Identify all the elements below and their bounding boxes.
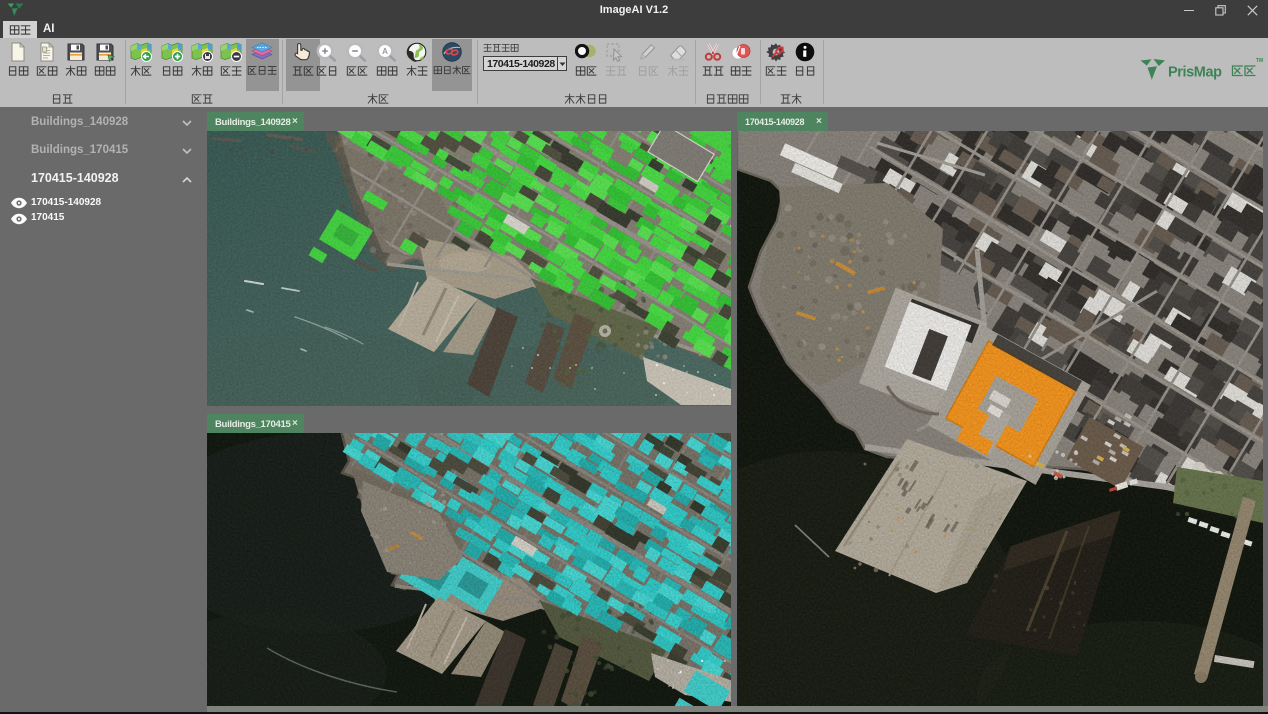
svg-text:A: A xyxy=(382,47,388,56)
svg-text:PrisMap: PrisMap xyxy=(1168,65,1222,81)
